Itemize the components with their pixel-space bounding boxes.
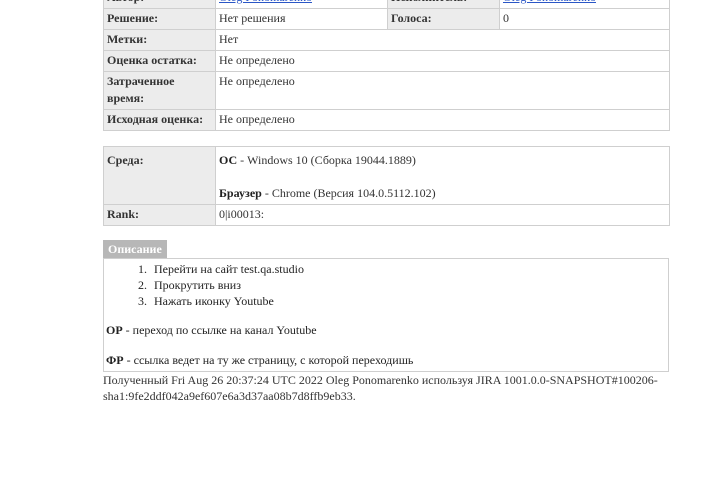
actual-result-label: ФР (106, 353, 124, 367)
steps-list: Перейти на сайт test.qa.studio Прокрутит… (104, 261, 668, 309)
remaining-estimate-value: Не определено (215, 50, 670, 72)
environment-label: Среда: (103, 146, 216, 205)
author-row: Автор: Oleg Ponomarenko Исполнитель: Ole… (103, 0, 670, 9)
rank-row: Rank: 0|i00013: (103, 204, 670, 226)
remaining-estimate-label: Оценка остатка: (103, 50, 216, 72)
environment-value: ОС - Windows 10 (Сборка 19044.1889) Брау… (215, 146, 670, 205)
description-tab: Описание (103, 240, 167, 258)
author-link[interactable]: Oleg Ponomarenko (215, 0, 388, 9)
expected-result-label: ОР (106, 323, 123, 337)
expected-result: ОР - переход по ссылке на канал Youtube (104, 322, 668, 339)
description-box: Перейти на сайт test.qa.studio Прокрутит… (103, 258, 669, 372)
environment-table: Среда: ОС - Windows 10 (Сборка 19044.188… (103, 146, 670, 226)
issue-printable-view: Автор: Oleg Ponomarenko Исполнитель: Ole… (103, 0, 670, 404)
time-spent-row: Затраченное время: Не определено (103, 71, 670, 110)
original-estimate-label: Исходная оценка: (103, 109, 216, 131)
browser-line: Браузер - Chrome (Версия 104.0.5112.102) (219, 185, 666, 202)
actual-result: ФР - ссылка ведет на ту же страницу, с к… (104, 352, 668, 369)
resolution-label: Решение: (103, 8, 216, 30)
time-spent-label: Затраченное время: (103, 71, 216, 110)
os-label: ОС (219, 153, 238, 167)
votes-value: 0 (499, 8, 670, 30)
rank-value: 0|i00013: (215, 204, 670, 226)
original-estimate-value: Не определено (215, 109, 670, 131)
labels-row: Метки: Нет (103, 29, 670, 51)
os-line: ОС - Windows 10 (Сборка 19044.1889) (219, 152, 666, 169)
assignee-label: Исполнитель: (387, 0, 500, 9)
rank-label: Rank: (103, 204, 216, 226)
step-item: Нажать иконку Youtube (150, 293, 668, 309)
resolution-row: Решение: Нет решения Голоса: 0 (103, 8, 670, 30)
author-label: Автор: (103, 0, 216, 9)
labels-value: Нет (215, 29, 670, 51)
generated-by-footer: Полученный Fri Aug 26 20:37:24 UTC 2022 … (103, 373, 658, 403)
step-item: Прокрутить вниз (150, 277, 668, 293)
time-spent-value: Не определено (215, 71, 670, 110)
original-estimate-row: Исходная оценка: Не определено (103, 109, 670, 131)
issue-fields-table: Автор: Oleg Ponomarenko Исполнитель: Ole… (103, 0, 670, 131)
resolution-value: Нет решения (215, 8, 388, 30)
browser-label: Браузер (219, 186, 262, 200)
environment-row: Среда: ОС - Windows 10 (Сборка 19044.188… (103, 146, 670, 205)
assignee-link[interactable]: Oleg Ponomarenko (499, 0, 670, 9)
expected-result-text: - переход по ссылке на канал Youtube (122, 323, 317, 337)
remaining-estimate-row: Оценка остатка: Не определено (103, 50, 670, 72)
actual-result-text: - ссылка ведет на ту же страницу, с кото… (123, 353, 414, 367)
step-item: Перейти на сайт test.qa.studio (150, 261, 668, 277)
labels-label: Метки: (103, 29, 216, 51)
votes-label: Голоса: (387, 8, 500, 30)
browser-value: - Chrome (Версия 104.0.5112.102) (261, 186, 436, 200)
os-value: - Windows 10 (Сборка 19044.1889) (237, 153, 416, 167)
